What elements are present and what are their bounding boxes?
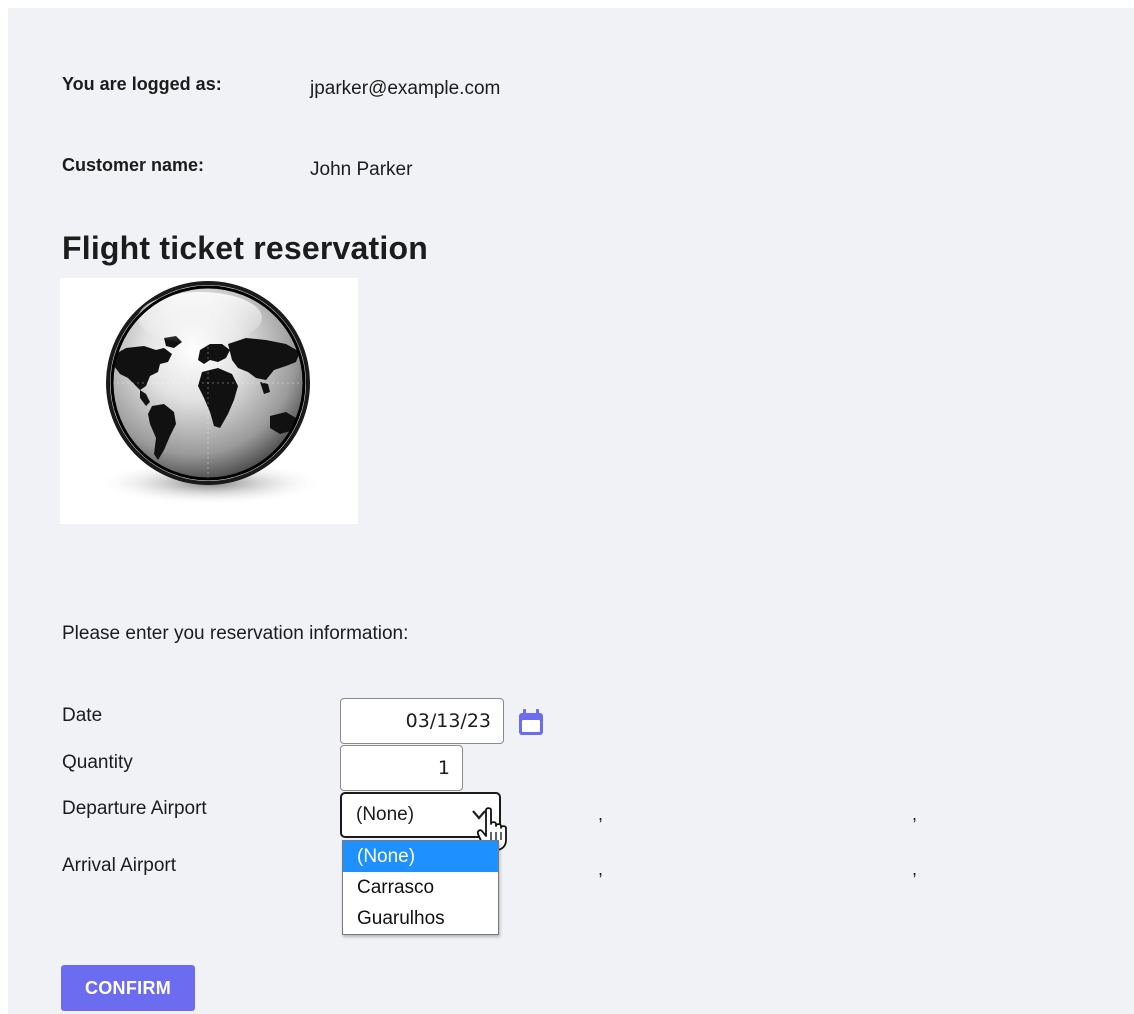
date-label: Date xyxy=(62,705,103,726)
departure-separator-1: , xyxy=(598,804,604,824)
page-title: Flight ticket reservation xyxy=(62,230,428,266)
logged-as-value: jparker@example.com xyxy=(310,78,501,99)
dropdown-option[interactable]: (None) xyxy=(343,841,498,872)
globe-world-map-icon xyxy=(95,281,325,505)
dropdown-option[interactable]: Guarulhos xyxy=(343,903,498,934)
quantity-label: Quantity xyxy=(62,752,133,773)
dropdown-option[interactable]: Carrasco xyxy=(343,872,498,903)
confirm-button[interactable]: CONFIRM xyxy=(61,965,195,1011)
customer-name-label: Customer name: xyxy=(62,155,205,175)
globe-image xyxy=(60,278,358,524)
departure-airport-options: (None) Carrasco Guarulhos xyxy=(342,840,499,935)
form-intro: Please enter you reservation information… xyxy=(62,623,409,644)
customer-name-value: John Parker xyxy=(310,159,413,180)
departure-selected-value: (None) xyxy=(356,804,415,825)
logged-as-label: You are logged as: xyxy=(62,74,222,94)
departure-separator-2: , xyxy=(912,804,918,824)
quantity-input[interactable]: 1 xyxy=(340,745,463,791)
arrival-separator-2: , xyxy=(912,859,918,879)
calendar-icon[interactable] xyxy=(518,708,544,736)
arrival-separator-1: , xyxy=(598,859,604,879)
departure-airport-label: Departure Airport xyxy=(62,798,207,819)
date-input[interactable]: 03/13/23 xyxy=(340,698,504,744)
arrival-airport-label: Arrival Airport xyxy=(62,855,177,876)
